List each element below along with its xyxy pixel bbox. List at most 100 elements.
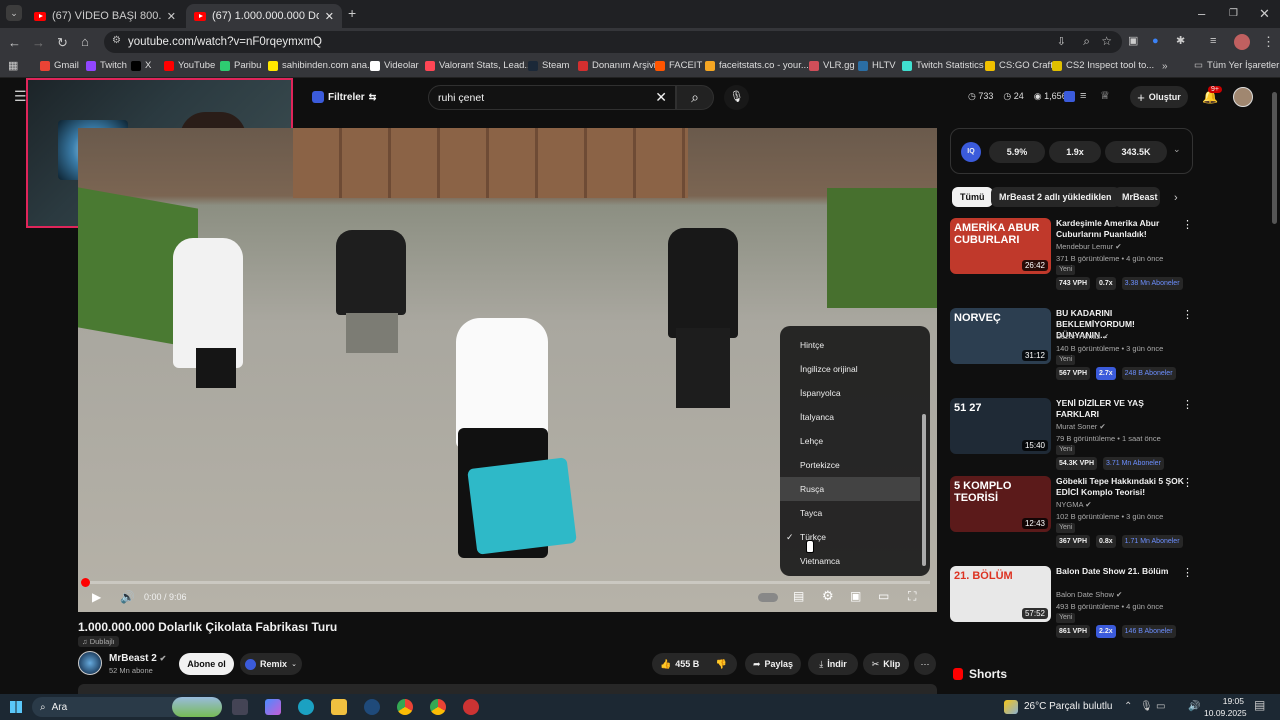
taskbar-search[interactable]: ⌕ Ara [32,697,222,717]
more-options-icon[interactable]: ⋮ [1182,566,1193,579]
more-options-icon[interactable]: ⋮ [1182,218,1193,231]
volume-icon[interactable]: 🔊 [120,590,135,604]
download-button[interactable]: ⤓ İndir [808,653,858,675]
bookmark-item[interactable]: Gmail [40,60,79,71]
hamburger-menu-icon[interactable]: ☰ [14,89,27,103]
close-icon[interactable]: ✕ [325,10,334,23]
bookmark-item[interactable]: HLTV [858,60,896,71]
channel-avatar[interactable] [78,651,102,675]
more-options-icon[interactable]: ⋮ [1182,476,1193,489]
home-icon[interactable]: ⌂ [81,35,89,48]
related-video[interactable]: 5 KOMPLO TEORİSİ 12:43 Göbekli Tepe Hakkın… [950,476,1193,548]
reload-icon[interactable]: ↻ [57,36,68,49]
more-options-icon[interactable]: ⋮ [1182,398,1193,411]
subtitles-icon[interactable]: ▤ [793,589,804,603]
minimize-icon[interactable]: – [1198,7,1205,20]
language-option[interactable]: İspanyolca [780,381,920,405]
extension-icon[interactable]: ▣ [1128,35,1138,48]
profile-avatar[interactable] [1234,34,1250,50]
clip-button[interactable]: ✂ Klip [863,653,909,675]
more-options-icon[interactable]: ⋮ [1182,308,1193,321]
bookmark-item[interactable]: Valorant Stats, Lead... [425,60,532,71]
share-button[interactable]: ➦ Paylaş [745,653,801,675]
install-icon[interactable]: ⇩ [1057,35,1066,48]
search-box[interactable]: ruhi çenet ✕ [428,85,676,110]
language-option[interactable]: Rusça [780,477,920,501]
dislike-icon[interactable]: 👎 [716,659,727,670]
miniplayer-icon[interactable]: ▣ [850,589,861,603]
apps-icon[interactable]: ▦ [8,60,18,73]
steam-icon[interactable] [364,699,380,715]
iq-header-icon[interactable] [1064,91,1075,102]
bookmark-item[interactable]: CS:GO Craft [985,60,1053,71]
site-info-icon[interactable]: ⚙ [112,35,121,46]
tray-chevron-icon[interactable]: ⌃ [1124,700,1132,713]
bookmark-item[interactable]: Twitch Statistics [902,60,984,71]
bookmark-item[interactable]: Donanım Arşivi [578,60,656,71]
like-button[interactable]: 👍 455 B 👎 [652,653,737,675]
all-bookmarks[interactable]: ▭ Tüm Yer İşaretleri [1194,60,1280,71]
create-button[interactable]: + Oluştur [1130,86,1188,108]
bookmark-item[interactable]: sahibinden.com ana... [268,60,375,71]
search-button[interactable]: ⌕ [676,85,714,110]
tray-volume-icon[interactable]: 🔊 [1188,700,1200,713]
remix-button[interactable]: Remix ⌄ [240,653,302,675]
page-scrollbar[interactable] [1272,92,1277,224]
subscribe-button[interactable]: Abone ol [179,653,234,675]
back-icon[interactable]: ← [8,36,21,49]
file-explorer-icon[interactable] [331,699,347,715]
bookmark-item[interactable]: CS2 Inspect tool to... [1052,60,1154,71]
zoom-icon[interactable]: ⌕ [1083,34,1090,49]
video-thumbnail[interactable]: NORVEÇ 31:12 [950,308,1051,364]
task-view-icon[interactable] [232,699,248,715]
video-thumbnail[interactable]: 21. BÖLÜM 57:52 [950,566,1051,622]
close-window-icon[interactable]: ✕ [1259,7,1270,20]
bookmark-item[interactable]: VLR.gg [809,60,855,71]
description-box[interactable] [78,684,937,694]
chrome-icon[interactable] [397,699,413,715]
url-field[interactable]: ⚙ youtube.com/watch?v=nF0rqeymxmQ ⇩ ⌕ ☆ [104,31,1122,53]
filters-button[interactable]: Filtreler ⇆ [312,88,376,106]
bookmark-item[interactable]: X [131,60,151,71]
chips-next-icon[interactable]: › [1174,192,1178,205]
tab-2[interactable]: (67) 1.000.000.000 Dolarlık Çiko ✕ [186,4,342,28]
chip-mrbeast[interactable]: MrBeast [1114,187,1160,207]
menu-scrollbar[interactable] [922,414,926,566]
copilot-icon[interactable] [265,699,281,715]
tab-1[interactable]: (67) VİDEO BAŞI 800.000 TL DU ✕ [26,4,184,28]
restore-icon[interactable]: ❐ [1229,7,1238,20]
bookmark-item[interactable]: faceitstats.co - your... [705,60,809,71]
reading-list-icon[interactable]: ≡ [1210,35,1216,48]
related-video[interactable]: 51 27 15:40 YENİ DİZİLER VE YAŞ FARKLARI Mu… [950,398,1193,470]
autoplay-toggle[interactable] [758,593,778,602]
list-icon[interactable]: ≡ [1080,90,1086,103]
play-icon[interactable]: ▶ [92,590,101,604]
bookmark-item[interactable]: Paribu [220,60,261,71]
account-avatar[interactable] [1233,87,1253,107]
tab-search-icon[interactable]: ⌄ [6,5,22,21]
theater-icon[interactable]: ▭ [878,589,889,603]
expand-icon[interactable]: ⌄ [1173,144,1181,155]
close-icon[interactable]: ✕ [167,10,176,23]
clear-search-icon[interactable]: ✕ [655,89,667,106]
chip-all[interactable]: Tümü [952,187,993,207]
clock[interactable]: 19:05 10.09.2025 [1204,695,1247,719]
windows-start-icon[interactable] [10,701,22,713]
tray-network-icon[interactable]: ▭ [1156,700,1165,713]
related-video[interactable]: 21. BÖLÜM 57:52 Balon Date Show 21. Bölüm B… [950,566,1193,638]
language-option[interactable]: ✓ Türkçe [780,525,920,549]
bookmark-item[interactable]: FACEIT [655,60,702,71]
fullscreen-icon[interactable]: ⛶ [908,589,916,604]
trophy-icon[interactable]: ♕ [1100,90,1110,103]
voice-search-button[interactable]: 🎙 [724,85,749,110]
bookmark-star-icon[interactable]: ☆ [1101,34,1112,48]
video-thumbnail[interactable]: 51 27 15:40 [950,398,1051,454]
related-video[interactable]: NORVEÇ 31:12 BU KADARINI BEKLEMİYORDUM! DÜN… [950,308,1193,380]
language-option[interactable]: Hintçe [780,333,920,357]
related-video[interactable]: AMERİKA ABUR CUBURLARI 26:42 Kardeşimle Am… [950,218,1193,290]
language-option[interactable]: Portekizce [780,453,920,477]
more-bookmarks-icon[interactable]: » [1162,60,1168,73]
language-option[interactable]: Tayca [780,501,920,525]
video-thumbnail[interactable]: 5 KOMPLO TEORİSİ 12:43 [950,476,1051,532]
app-icon[interactable] [463,699,479,715]
